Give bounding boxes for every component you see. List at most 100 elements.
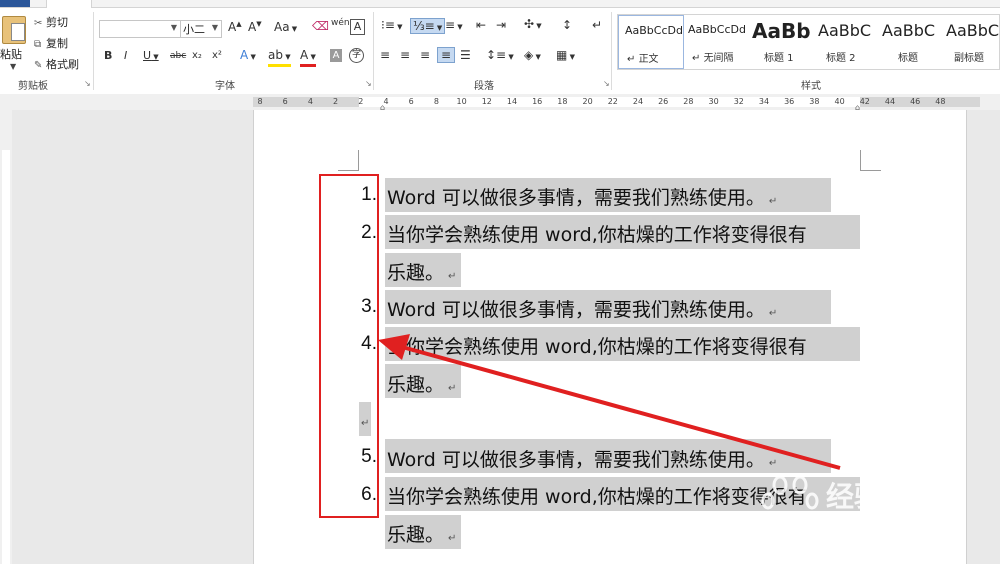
align-center-icon[interactable]: ≡ xyxy=(400,48,410,62)
paragraph-mark: ↵ xyxy=(768,196,778,207)
list-item-text-wrap[interactable]: 乐趣。 ↵ xyxy=(387,370,456,397)
style-heading-2[interactable]: AaBbC 标题 2 xyxy=(812,15,876,69)
ruler-number: 28 xyxy=(683,97,694,106)
style-name: 标题 xyxy=(898,53,918,64)
italic-button[interactable]: I xyxy=(124,49,127,62)
chevron-down-icon: ▼ xyxy=(170,23,177,32)
annotation-red-box xyxy=(319,174,379,518)
ruler-track xyxy=(2,150,10,564)
paragraph-launcher-icon[interactable]: ↘ xyxy=(603,79,610,88)
chevron-down-icon[interactable]: ▼ xyxy=(10,62,16,71)
list-item-text[interactable]: Word 可以做很多事情，需要我们熟练使用。 ↵ xyxy=(387,295,777,322)
increase-indent-icon[interactable]: ⇥ xyxy=(496,18,506,32)
font-color-icon[interactable]: A ▼ xyxy=(300,48,316,67)
subscript-label: x₂ xyxy=(192,50,202,61)
decrease-indent-icon[interactable]: ⇤ xyxy=(476,18,486,32)
ruler-number: 24 xyxy=(632,97,644,106)
font-launcher-icon[interactable]: ↘ xyxy=(365,79,372,88)
clipboard-launcher-icon[interactable]: ↘ xyxy=(84,79,91,88)
style-preview: AaBbCcDd xyxy=(688,23,746,36)
font-size-value: 小二 xyxy=(183,23,205,36)
numbering-icon[interactable]: ⅓≡ ▼ xyxy=(410,18,446,34)
tab-home[interactable] xyxy=(46,0,92,8)
horizontal-ruler[interactable]: 8 6 4 2 2 4 6 8 10 12 14 16 18 20 22 24 26 28 30 32 34 36 38 40… xyxy=(0,94,1000,112)
list-item-text[interactable]: 当你学会熟练使用 word,你枯燥的工作将变得很有 xyxy=(387,220,807,247)
scissors-icon: ✂ xyxy=(34,18,43,29)
ruler-number: 4 xyxy=(307,97,313,106)
strikethrough-button[interactable]: abc xyxy=(170,51,186,61)
grow-font-icon[interactable]: A▲ xyxy=(228,20,242,34)
ruler-number: 40 xyxy=(834,97,845,106)
line-spacing-icon[interactable]: ↕≡ ▼ xyxy=(486,48,514,62)
list-item-text[interactable]: 当你学会熟练使用 word,你枯燥的工作将变得很有 xyxy=(387,482,807,509)
style-normal[interactable]: AaBbCcDd ↵ 正文 xyxy=(618,15,684,69)
ruler-number: 10 xyxy=(456,97,467,106)
style-title[interactable]: AaBbC 标题 xyxy=(876,15,940,69)
bold-button[interactable]: B xyxy=(104,49,112,62)
format-painter-button[interactable]: ✎ 格式刷 xyxy=(34,56,79,72)
distributed-icon[interactable]: ☰ xyxy=(460,48,471,62)
paste-button[interactable]: 粘贴 ▼ xyxy=(0,12,28,71)
paragraph-mark: ↵ xyxy=(768,308,778,319)
cut-button[interactable]: ✂ 剪切 xyxy=(34,14,68,30)
list-item-text[interactable]: Word 可以做很多事情，需要我们熟练使用。 ↵ xyxy=(387,445,777,472)
style-name: 标题 1 xyxy=(764,53,794,64)
styles-gallery[interactable]: AaBbCcDd ↵ 正文 AaBbCcDd ↵ 无间隔 AaBb 标题 1 A… xyxy=(617,14,1000,70)
align-left-icon[interactable]: ≡ xyxy=(380,48,390,62)
list-item-text-content: Word 可以做很多事情，需要我们熟练使用。 xyxy=(387,449,765,471)
phonetic-label: wén xyxy=(331,18,350,28)
ruler-number: 16 xyxy=(532,97,543,106)
highlight-icon[interactable]: ab ▼ xyxy=(268,48,291,67)
shading-icon[interactable]: ◈ ▼ xyxy=(524,48,541,62)
style-subtitle[interactable]: AaBbC 副标题 xyxy=(940,15,1000,69)
font-size-select[interactable]: 小二 ▼ xyxy=(180,20,222,38)
phonetic-guide-button[interactable]: wén xyxy=(331,18,350,28)
show-marks-icon[interactable]: ↵ xyxy=(592,18,602,32)
watermark: 经验 jingyan.baidu.com xyxy=(760,475,970,545)
text-effects-icon[interactable]: A ▼ xyxy=(240,48,256,62)
style-no-spacing[interactable]: AaBbCcDd ↵ 无间隔 xyxy=(684,15,748,69)
align-right-icon[interactable]: ≡ xyxy=(420,48,430,62)
enclose-character-icon[interactable]: 字 xyxy=(349,48,364,63)
baidu-paw-logo xyxy=(761,475,819,525)
borders-icon[interactable]: ▦ ▼ xyxy=(556,48,575,62)
divider xyxy=(93,12,94,90)
multilevel-list-icon[interactable]: ≡ ▼ xyxy=(445,18,463,32)
shrink-font-icon[interactable]: A▼ xyxy=(248,20,262,34)
character-border-button[interactable]: A xyxy=(350,19,365,35)
underline-button[interactable]: U ▼ xyxy=(143,49,159,62)
italic-label: I xyxy=(124,49,128,62)
style-preview: AaBb xyxy=(752,19,811,43)
list-item-text-wrap[interactable]: 乐趣。 ↵ xyxy=(387,520,456,547)
list-item-text-wrap[interactable]: 乐趣。 ↵ xyxy=(387,258,456,285)
style-preview: AaBbCcDd xyxy=(625,24,683,37)
list-item-text[interactable]: 当你学会熟练使用 word,你枯燥的工作将变得很有 xyxy=(387,332,807,359)
tab-file[interactable] xyxy=(0,0,30,7)
copy-button[interactable]: ⧉ 复制 xyxy=(34,35,68,51)
subscript-button[interactable]: x₂ xyxy=(192,50,202,61)
ruler-number: 6 xyxy=(408,97,414,106)
style-heading-1[interactable]: AaBb 标题 1 xyxy=(748,15,812,69)
list-item-text-content: 乐趣。 xyxy=(387,374,445,396)
clipboard-icon xyxy=(2,16,26,44)
ribbon-tab-strip xyxy=(0,0,1000,8)
ruler-number: 12 xyxy=(481,97,492,106)
ruler-number: 36 xyxy=(784,97,795,106)
asian-layout-icon[interactable]: ✣ ▼ xyxy=(524,17,542,31)
justify-icon[interactable]: ≡ xyxy=(437,47,455,63)
ruler-number: 18 xyxy=(557,97,568,106)
superscript-button[interactable]: x² xyxy=(212,50,222,61)
copy-icon: ⧉ xyxy=(34,39,42,50)
margin-corner-mark xyxy=(860,150,881,171)
style-name: 副标题 xyxy=(954,53,984,64)
bold-label: B xyxy=(104,49,113,62)
paragraph-group-label: 段落 xyxy=(474,81,494,92)
character-shading-icon[interactable]: A xyxy=(330,49,342,62)
bullets-icon[interactable]: ⁝≡ ▼ xyxy=(381,18,402,32)
ruler-number: 8 xyxy=(433,97,439,106)
sort-icon[interactable]: ↕ xyxy=(562,18,572,32)
clear-format-icon[interactable]: ⌫ xyxy=(312,19,329,33)
font-name-select[interactable]: ▼ xyxy=(99,20,181,38)
list-item-text[interactable]: Word 可以做很多事情，需要我们熟练使用。 ↵ xyxy=(387,183,777,210)
change-case-button[interactable]: Aa ▼ xyxy=(274,20,297,34)
